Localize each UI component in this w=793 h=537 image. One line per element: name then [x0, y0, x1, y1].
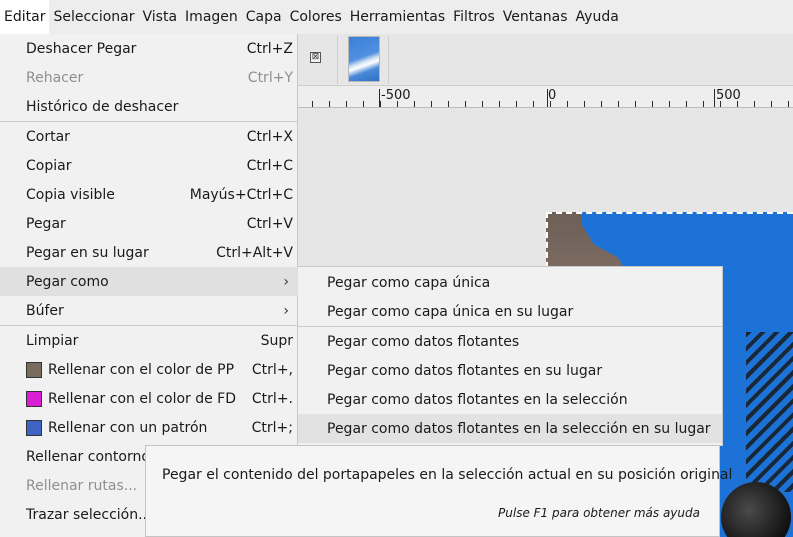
fg-color-swatch-icon	[26, 361, 42, 378]
horizontal-ruler[interactable]: -500 0 500	[298, 86, 793, 108]
ruler-tick	[465, 101, 466, 107]
ruler-tick	[329, 101, 330, 107]
ruler-tick	[431, 101, 432, 107]
menu-imagen[interactable]: Imagen	[181, 0, 242, 34]
ruler-tick	[516, 101, 517, 107]
chevron-right-icon: ›	[283, 302, 289, 319]
tab-divider	[337, 36, 338, 84]
ruler-tick	[618, 101, 619, 107]
menu-ventanas[interactable]: Ventanas	[499, 0, 572, 34]
submenu-item-datos-flotantes-seleccion-en-su-lugar[interactable]: Pegar como datos flotantes en la selecci…	[298, 414, 722, 443]
menu-filtros[interactable]: Filtros	[449, 0, 499, 34]
menu-herramientas[interactable]: Herramientas	[346, 0, 449, 34]
menu-seleccionar[interactable]: Seleccionar	[49, 0, 138, 34]
ruler-tick	[482, 101, 483, 107]
menu-capa[interactable]: Capa	[242, 0, 286, 34]
menubar: Editar Seleccionar Vista Imagen Capa Col…	[0, 0, 793, 34]
menu-item-limpiar[interactable]: Limpiar Supr	[0, 326, 298, 355]
ruler-tick	[635, 101, 636, 107]
menu-item-rellenar-patron[interactable]: Rellenar con un patrón Ctrl+;	[0, 413, 298, 442]
tab-divider	[388, 36, 389, 84]
ruler-tick	[754, 101, 755, 107]
ruler-label: 500	[716, 88, 741, 103]
ruler-major-tick	[714, 89, 715, 107]
ruler-tick	[788, 101, 789, 107]
ruler-tick	[686, 101, 687, 107]
menu-item-pegar-en-su-lugar[interactable]: Pegar en su lugar Ctrl+Alt+V	[0, 238, 298, 267]
ruler-label: -500	[381, 88, 411, 103]
tooltip-text: Pegar el contenido del portapapeles en l…	[162, 467, 733, 483]
ruler-tick	[363, 101, 364, 107]
menu-ayuda[interactable]: Ayuda	[572, 0, 623, 34]
menu-item-copia-visible[interactable]: Copia visible Mayús+Ctrl+C	[0, 180, 298, 209]
menu-item-bufer[interactable]: Búfer ›	[0, 296, 298, 325]
close-tab-icon[interactable]: ⊠	[310, 52, 321, 63]
menu-item-rellenar-pp[interactable]: Rellenar con el color de PP Ctrl+,	[0, 355, 298, 384]
ruler-tick	[414, 101, 415, 107]
menu-colores[interactable]: Colores	[286, 0, 346, 34]
ruler-tick	[669, 101, 670, 107]
ruler-tick	[567, 101, 568, 107]
image-tab-thumbnail[interactable]	[348, 36, 380, 82]
menu-item-pegar[interactable]: Pegar Ctrl+V	[0, 209, 298, 238]
menu-vista[interactable]: Vista	[139, 0, 182, 34]
paste-as-submenu: Pegar como capa única Pegar como capa ún…	[298, 266, 723, 446]
submenu-item-datos-flotantes[interactable]: Pegar como datos flotantes	[298, 327, 722, 356]
submenu-item-capa-unica-en-su-lugar[interactable]: Pegar como capa única en su lugar	[298, 297, 722, 326]
ruler-major-tick	[379, 89, 380, 107]
menu-item-deshacer-pegar[interactable]: Deshacer Pegar Ctrl+Z	[0, 34, 298, 63]
menu-editar[interactable]: Editar	[0, 0, 50, 34]
ruler-tick	[601, 101, 602, 107]
menu-item-cortar[interactable]: Cortar Ctrl+X	[0, 122, 298, 151]
wrought-iron-ornament	[746, 332, 793, 492]
ruler-tick	[312, 101, 313, 107]
ruler-tick	[771, 101, 772, 107]
submenu-item-datos-flotantes-seleccion[interactable]: Pegar como datos flotantes en la selecci…	[298, 385, 722, 414]
menu-item-pegar-como[interactable]: Pegar como ›	[0, 267, 298, 296]
menu-item-copiar[interactable]: Copiar Ctrl+C	[0, 151, 298, 180]
submenu-item-capa-unica[interactable]: Pegar como capa única	[298, 268, 722, 297]
menu-item-rehacer[interactable]: Rehacer Ctrl+Y	[0, 63, 298, 92]
ruler-tick	[448, 101, 449, 107]
ruler-tick	[703, 101, 704, 107]
bg-color-swatch-icon	[26, 390, 42, 407]
tooltip-help-hint: Pulse F1 para obtener más ayuda	[498, 506, 700, 520]
submenu-item-datos-flotantes-en-su-lugar[interactable]: Pegar como datos flotantes en su lugar	[298, 356, 722, 385]
ruler-label: 0	[548, 88, 557, 103]
pattern-swatch-icon	[26, 419, 42, 436]
ruler-tick	[346, 101, 347, 107]
ruler-tick	[652, 101, 653, 107]
ruler-tick	[499, 101, 500, 107]
ruler-tick	[584, 101, 585, 107]
tooltip: Pegar el contenido del portapapeles en l…	[145, 445, 732, 537]
chevron-right-icon: ›	[283, 273, 289, 290]
menu-item-rellenar-fd[interactable]: Rellenar con el color de FD Ctrl+.	[0, 384, 298, 413]
menu-item-historico-deshacer[interactable]: Histórico de deshacer	[0, 92, 298, 121]
ruler-tick	[533, 101, 534, 107]
